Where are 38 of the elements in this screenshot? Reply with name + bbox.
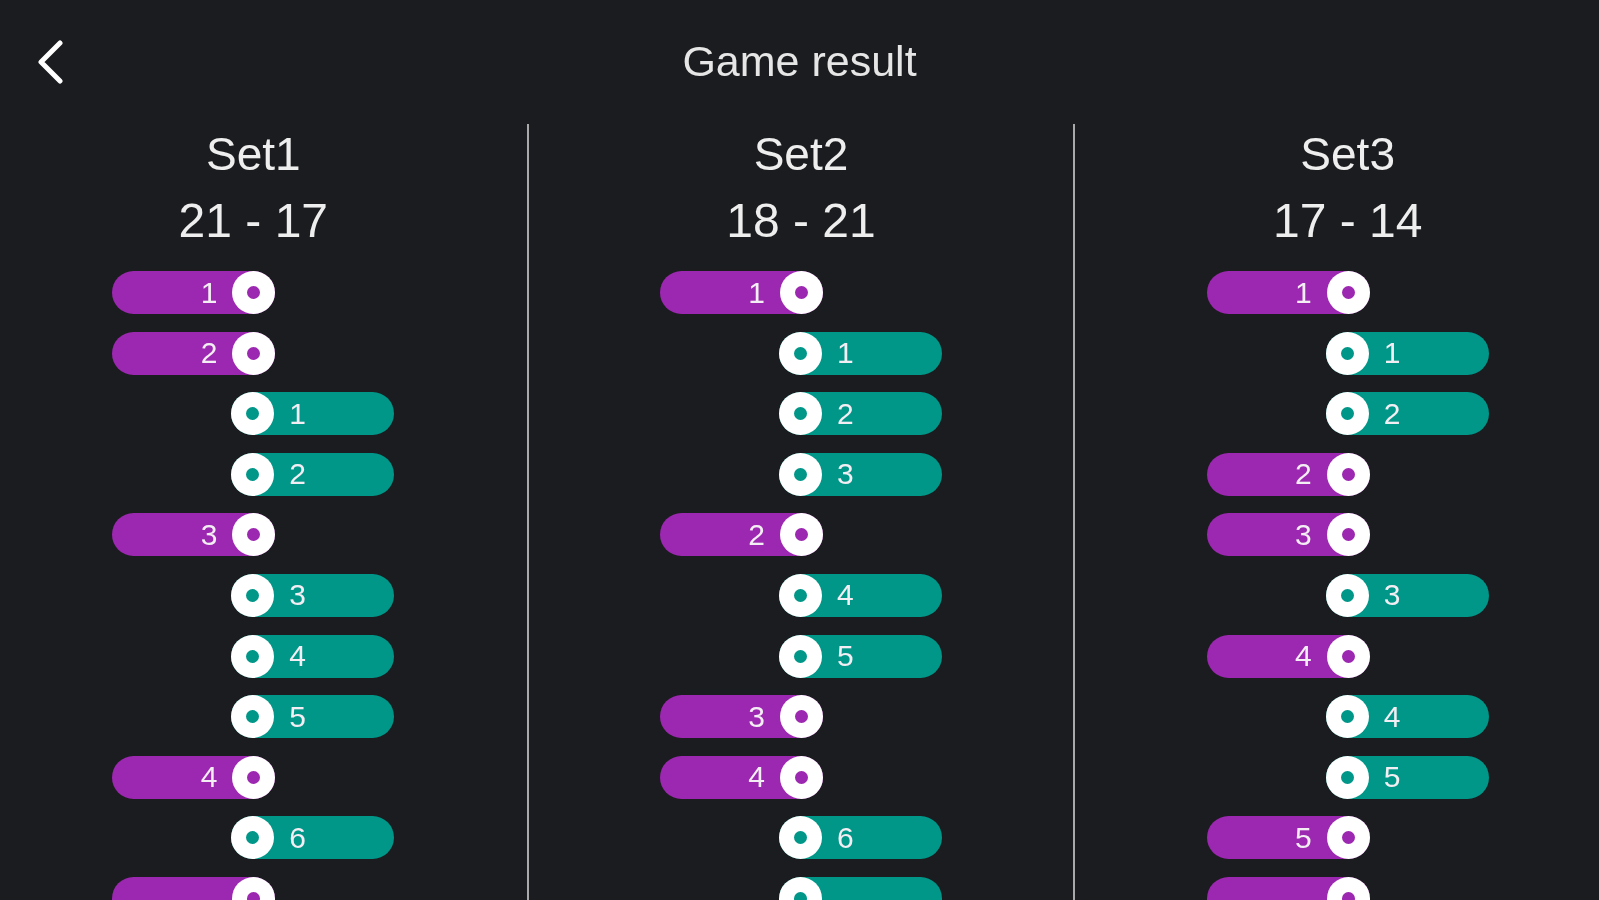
page-title: Game result [682,36,917,88]
point-number: 2 [1294,456,1312,493]
point-number: 3 [837,456,854,493]
set-title: Set1 [206,127,301,182]
set-score: 18 - 21 [726,193,876,249]
point-number: 2 [748,516,765,553]
set-score: 17 - 14 [1272,193,1423,249]
point-number: 2 [1383,395,1401,432]
point-number: 3 [1383,577,1401,614]
point-number: 4 [289,638,306,675]
point-number: 1 [1383,335,1401,372]
point-number: 3 [289,577,306,614]
point-number: 4 [748,759,765,796]
point-number: 1 [200,274,218,311]
set-title: Set3 [1300,127,1395,182]
point-number: 4 [837,577,854,614]
point-number: 1 [289,395,306,432]
point-number: 3 [748,698,765,735]
point-number: 5 [289,698,306,735]
point-number: 4 [200,759,218,796]
point-number: 2 [289,456,306,493]
point-number: 5 [1383,759,1401,796]
point-number: 4 [1294,638,1312,675]
point-number: 1 [1294,274,1312,311]
point-number: 3 [1294,516,1312,553]
point-number: 5 [1294,819,1312,856]
point-number: 1 [837,335,854,372]
set-score: 21 - 17 [178,193,329,249]
set-title: Set2 [753,127,849,182]
point-number: 4 [1383,698,1401,735]
point-number: 2 [200,335,218,372]
point-number: 1 [748,274,765,311]
point-number: 6 [289,819,306,856]
chevron-left-icon[interactable] [36,40,64,84]
point-number: 3 [200,516,218,553]
point-number: 5 [837,638,854,675]
point-number: 2 [837,395,854,432]
point-number: 6 [837,819,854,856]
